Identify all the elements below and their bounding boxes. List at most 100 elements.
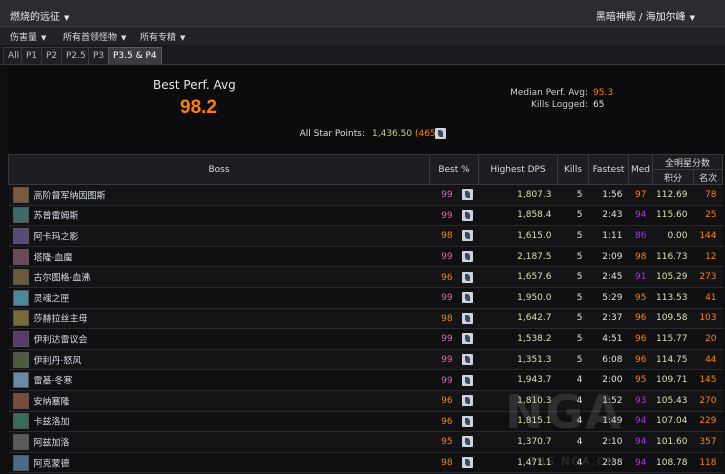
boss-cell[interactable]: 灵魂之匣 xyxy=(8,287,430,309)
col-dps[interactable]: Highest DPS xyxy=(478,154,558,185)
col-rank[interactable]: 名次 xyxy=(692,169,724,185)
tab-p3-5-p4[interactable]: P3.5 & P4 xyxy=(108,47,162,64)
boss-cell[interactable]: 安纳塞隆 xyxy=(8,390,430,412)
metric-filter[interactable]: 伤害量 ▼ xyxy=(10,30,46,43)
boss-cell[interactable]: 雷基·冬寒 xyxy=(8,369,430,391)
boss-cell[interactable]: 阿克蒙德 xyxy=(8,452,430,474)
boss-icon xyxy=(12,433,29,450)
report-icon[interactable] xyxy=(461,230,473,242)
table-row[interactable]: 伊利丹·怒风 99 1,351.3 5 6:08 96 114.75 44 xyxy=(8,349,723,371)
boss-name[interactable]: 伊利丹·怒风 xyxy=(34,356,82,366)
boss-cell[interactable]: 塔隆·血魔 xyxy=(8,246,430,268)
col-kills[interactable]: Kills xyxy=(557,154,589,185)
best-percent: 96 xyxy=(429,390,479,412)
chevron-down-icon: ▼ xyxy=(689,14,695,22)
report-icon[interactable] xyxy=(461,251,473,263)
allstar-rank: 118 xyxy=(693,452,723,474)
allstar-rank: 270 xyxy=(693,390,723,412)
report-icon[interactable] xyxy=(461,436,473,448)
tab-p2-5[interactable]: P2.5 xyxy=(61,47,91,64)
boss-name[interactable]: 莎赫拉丝主母 xyxy=(34,315,88,325)
boss-cell[interactable]: 古尔图格·血沸 xyxy=(8,266,430,288)
boss-icon xyxy=(12,248,29,265)
boss-cell[interactable]: 伊利达雷议会 xyxy=(8,328,430,350)
boss-name[interactable]: 高阶督军纳因图斯 xyxy=(34,191,106,201)
boss-icon xyxy=(12,330,29,347)
boss-filter[interactable]: 所有首领怪物 ▼ xyxy=(63,30,126,43)
boss-cell[interactable]: 苏普雷姆斯 xyxy=(8,205,430,227)
table-row[interactable]: 阿卡玛之影 98 1,615.0 5 1:11 86 0.00 144 xyxy=(8,225,723,247)
boss-name[interactable]: 伊利达雷议会 xyxy=(34,335,88,345)
boss-name[interactable]: 阿卡玛之影 xyxy=(34,232,79,242)
table-row[interactable]: 灵魂之匣 99 1,950.0 5 5:29 95 113.53 41 xyxy=(8,287,723,309)
tab-p2[interactable]: P2 xyxy=(41,47,63,64)
expansion-selector[interactable]: 燃烧的远征 ▼ xyxy=(10,8,69,23)
table-row[interactable]: 塔隆·血魔 99 2,187.5 5 2:09 98 116.73 12 xyxy=(8,246,723,268)
spec-filter[interactable]: 所有专精 ▼ xyxy=(140,30,185,43)
allstar-points: 107.04 xyxy=(652,411,694,433)
table-row[interactable]: 伊利达雷议会 99 1,538.2 5 4:51 96 115.77 20 xyxy=(8,328,723,350)
boss-cell[interactable]: 高阶督军纳因图斯 xyxy=(8,184,430,206)
report-icon[interactable] xyxy=(461,374,473,386)
boss-cell[interactable]: 阿卡玛之影 xyxy=(8,225,430,247)
boss-name[interactable]: 古尔图格·血沸 xyxy=(34,274,91,284)
report-icon[interactable] xyxy=(461,312,473,324)
boss-name[interactable]: 安纳塞隆 xyxy=(34,397,70,407)
boss-name[interactable]: 卡兹洛加 xyxy=(34,418,70,428)
boss-name[interactable]: 灵魂之匣 xyxy=(34,294,70,304)
boss-name[interactable]: 苏普雷姆斯 xyxy=(34,212,79,222)
allstar-rank: 144 xyxy=(693,225,723,247)
boss-cell[interactable]: 阿兹加洛 xyxy=(8,431,430,453)
highest-dps: 2,187.5 xyxy=(478,246,558,268)
kills: 5 xyxy=(557,205,589,227)
table-row[interactable]: 古尔图格·血沸 96 1,657.6 5 2:45 91 105.29 273 xyxy=(8,266,723,288)
allstar-points: 115.60 xyxy=(652,205,694,227)
report-icon[interactable] xyxy=(461,457,473,469)
zone-selector[interactable]: 黑暗神殿 / 海加尔峰 ▼ xyxy=(596,8,695,23)
median: 94 xyxy=(628,431,653,453)
col-boss[interactable]: Boss xyxy=(8,154,430,185)
report-icon[interactable] xyxy=(461,209,473,221)
tab-p1[interactable]: P1 xyxy=(21,47,43,64)
fastest: 5:29 xyxy=(588,287,629,309)
boss-name[interactable]: 阿兹加洛 xyxy=(34,438,70,448)
report-icon[interactable] xyxy=(461,292,473,304)
highest-dps: 1,642.7 xyxy=(478,308,558,330)
col-best[interactable]: Best % xyxy=(429,154,479,185)
report-icon[interactable] xyxy=(461,189,473,201)
allstar-rank: 145 xyxy=(693,369,723,391)
report-icon[interactable] xyxy=(461,271,473,283)
col-med[interactable]: Med xyxy=(628,154,653,185)
col-fastest[interactable]: Fastest xyxy=(588,154,629,185)
best-perf-value: 98.2 xyxy=(180,97,217,118)
table-row[interactable]: 高阶督军纳因图斯 99 1,807.3 5 1:56 97 112.69 78 xyxy=(8,184,723,206)
boss-icon xyxy=(12,289,29,306)
allstar-points: 105.29 xyxy=(652,266,694,288)
highest-dps: 1,807.3 xyxy=(478,184,558,206)
fastest: 2:45 xyxy=(588,266,629,288)
allstar-points: 109.71 xyxy=(652,369,694,391)
boss-name[interactable]: 阿克蒙德 xyxy=(34,459,70,469)
boss-name[interactable]: 雷基·冬寒 xyxy=(34,377,73,387)
watermark-url: BBS.NGA.CN xyxy=(528,455,617,468)
table-row[interactable]: 苏普雷姆斯 99 1,858.4 5 2:43 94 115.60 25 xyxy=(8,205,723,227)
boss-cell[interactable]: 卡兹洛加 xyxy=(8,411,430,433)
report-icon[interactable] xyxy=(435,128,446,139)
report-icon[interactable] xyxy=(461,333,473,345)
boss-cell[interactable]: 莎赫拉丝主母 xyxy=(8,308,430,330)
report-icon[interactable] xyxy=(461,415,473,427)
col-points[interactable]: 积分 xyxy=(652,169,694,185)
report-icon[interactable] xyxy=(461,395,473,407)
tab-p3[interactable]: P3 xyxy=(88,47,110,64)
median: 86 xyxy=(628,225,653,247)
boss-name[interactable]: 塔隆·血魔 xyxy=(34,253,73,263)
fastest: 4:51 xyxy=(588,328,629,350)
chevron-down-icon: ▼ xyxy=(41,34,47,42)
boss-icon xyxy=(12,310,29,327)
table-row[interactable]: 莎赫拉丝主母 98 1,642.7 5 2:37 96 109.58 103 xyxy=(8,308,723,330)
report-icon[interactable] xyxy=(461,354,473,366)
allstar-rank: 20 xyxy=(693,328,723,350)
boss-cell[interactable]: 伊利丹·怒风 xyxy=(8,349,430,371)
best-percent: 99 xyxy=(429,205,479,227)
boss-icon xyxy=(12,351,29,368)
